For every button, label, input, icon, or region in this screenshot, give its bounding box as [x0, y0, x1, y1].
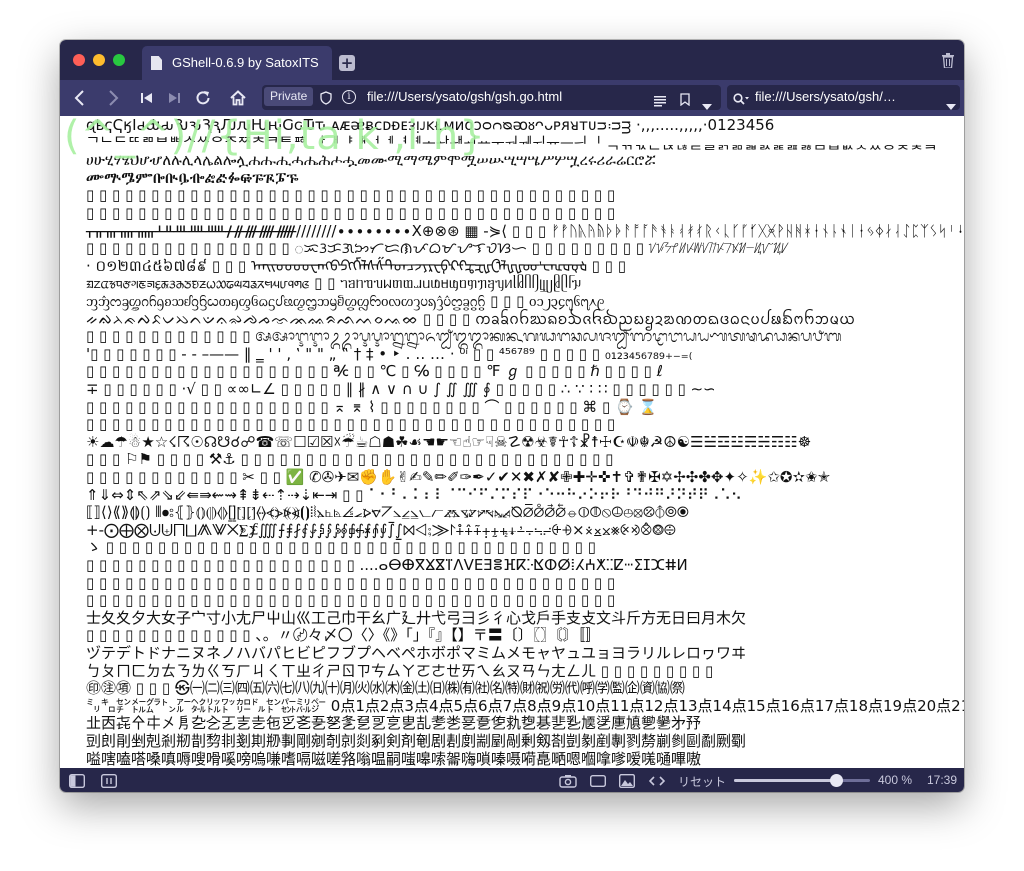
glyph-row: ㊞㊟㊠ ▯ ▯ ▯ ㉿㈠㈡㈢㈣㈤㈥㈦㈧㈨㈩㈪㈫㈬㈭㈮㈯㈰㈱㈲㈳㈴㈵㈶㈷㈸㈹㈺㈻㈼…	[86, 679, 685, 698]
search-icon	[733, 91, 749, 110]
back-icon[interactable]	[70, 88, 90, 108]
image-icon[interactable]	[618, 773, 636, 792]
skip-forward-icon[interactable]	[164, 88, 184, 108]
glyph-row: ⟦⟧⟨⟩⟪⟫⟬⟭⟮⟯ ⦀⦁⦂⦃⦄⦅⦆⦇⦈⦉⦊⦋⦌⦍⦎⦏⦐⦑⦒⦓⦔⦕⦖⦗⦘⦙⦚⦛⦜…	[86, 503, 689, 522]
glyph-row: ▯ ▯ ▯ ▯ ▯ ▯ ▯ ▯ ▯ ▯ ▯ ▯ ▯ 、。〃〄々〆〇〈〉《》「」『…	[86, 626, 601, 645]
glyph-row: ▯ ▯ ▯ ▯ ▯ ▯ ▯ ▯ ▯ ▯ ▯ ▯ ▯ ▯ ▯ ▯ ▯ ▯ ▯ ▯ …	[86, 556, 688, 574]
glyph-row: +-⨀⨁⨂⨃⨄⨅⨆⨇⨈⨉⨊⨋⨌⨍⨎⨏⨐⨑⨒⨓⨔⨕⨖⨗⨘⨙⨚⨛⨜⨝⨞⨟⨠⨡⨢⨣⨤⨥…	[86, 520, 676, 539]
window-icon[interactable]	[589, 773, 607, 792]
reload-icon[interactable]	[193, 88, 213, 108]
glyph-row: ヅテデトドナニヌネノハバパヒビピフブプヘベペホボポマミムメモャヤュユョヨラリルレ…	[86, 644, 747, 662]
tab-title: GShell-0.6.9 by SatoxITS	[172, 55, 319, 70]
glyph-row: ⇑⇓⇔⇕⇖⇗⇘⇙⇚⇛⇜⇝⇞⇟⇠⇡⇢⇣⇤⇥ ▯ ▯ ⠁⠂⠃⠄⠅⠆⠇⠈⠉⠊⠋⠌⠍⠎⠏…	[86, 485, 742, 504]
glyph-row: ▯ ▯ ▯ ▯ ▯ ▯ ▯ ▯ ▯ ▯ ▯ ▯ ▯ ▯ ▯ ▯ ▯ ▯ ▯ ⌅ …	[86, 397, 658, 416]
doc-icon	[151, 56, 162, 70]
glyph-row: ▯ ▯ ▯ ▯ ▯ ▯ ▯ ▯ ▯ ▯ ▯ ▯ ▯ ▯ ▯ ▯ ▯ ▯ ▯ ▯ …	[86, 591, 616, 610]
shield-icon[interactable]	[320, 90, 332, 109]
close-window-button[interactable]	[73, 54, 85, 66]
glyph-row: ㄅㄆㄇㄈㄉㄊㄋㄌㄍㄎㄏㄐㄑㄒㄓㄔㄕㄖㄗㄘㄙㄚㄛㄜㄝㄞㄟㄠㄡㄢㄣㄤㄥㄦ ▯ ▯ ▯…	[86, 661, 714, 680]
glyph-row: ▯ ▯ ▯ ▯ ▯ ▯ ▯ ▯ ▯ ▯ ▯ ▯ ▯ ▯ ▯ ▯ ▯ ▯ ▯ ▯ …	[86, 204, 616, 222]
search-input[interactable]: file:///Users/ysato/gsh/…	[755, 89, 939, 104]
trash-icon[interactable]	[942, 53, 954, 68]
glyph-row: ▯ ▯ ▯ ▯ ▯ ▯ ▯ ▯ ▯ ▯ ▯ ▯ ▯ ▯ ▯ ▯ ▯ ▯ ▯ ▯ …	[86, 415, 616, 434]
overlay-greeting: (^_^)//{Hi,ta k ,i h}	[64, 116, 486, 159]
zoom-window-button[interactable]	[113, 54, 125, 66]
glyph-row: ᤀᤁᤂᤃᤄᤅᤆᤇᤈᤉᤊᤋᤌᤍᤎᤏᤐᤑᤒᤓᤔᤕᤖᤗᤘᤙᤚᤛᤜ ▯ ▯ ᥐᥑᥒᥓᥔᥕ…	[86, 274, 582, 293]
glyph-row: ▯ ▯ ▯ ▯ ▯ ▯ ▯ ▯ ▯ ▯ ▯ ▯ ▯ ▯ ▯ ▯ ▯ ▯ ▯ ℀ …	[86, 362, 663, 381]
camera-icon[interactable]	[559, 773, 577, 792]
page-content: ɋҍҁҀӄӀԁԂԃԄԅԆԇԈԉԊԋԌԍԎԏ ᴀᴁᴂᴃᴄᴅᴆᴇᴈᴉᴊᴋᴌᴍᴎᴏᴐᴑ…	[60, 116, 964, 768]
title-bar: GShell-0.6.9 by SatoxITS +	[60, 40, 964, 80]
glyph-row: 㐀㐁㐂㐃㐄㐅㐆㐇㐈㐉㐊㐋㐌㐍㐎㐏㐐㐑㐒㐓㐔㐕㐖㐗㐘㐙㐚㐛㐜㐝㐞㐟㐠㐡㐢㐣㐤㐥㐦㐧…	[86, 714, 702, 733]
reader-icon[interactable]	[654, 92, 666, 111]
bookmark-icon[interactable]	[680, 91, 690, 110]
glyph-row: 剅剆剈剉剋剎剏剒剓剕剗剘剙剚剛剜剞剠剡剢剣剤剦剧剨剫剬剭剮剰剱剳剴剶剷剸剹剺剻剼…	[86, 732, 747, 750]
url-text[interactable]: file:///Users/ysato/gsh/gsh.go.html	[367, 89, 562, 104]
forward-icon[interactable]	[103, 88, 123, 108]
chevron-down-icon[interactable]	[946, 95, 956, 114]
info-icon[interactable]: i	[342, 90, 356, 104]
glyph-row: ᎀᎁᎂᎃᎄᎅᎆᎇᎈᎉᎊᎋᎌᎍᎎᎏ	[86, 168, 299, 187]
glyph-row: ㍉㌔㌢㍍㌘㌧㌃㌶㍑㍗㌍㌦㌣㌫㍊㌻ 0点1点2点3点4点5点6点7点8点9点10点…	[86, 696, 964, 715]
browser-window: GShell-0.6.9 by SatoxITS + Private i fil…	[60, 40, 964, 792]
tab-active[interactable]: GShell-0.6.9 by SatoxITS	[142, 46, 332, 80]
home-icon[interactable]	[228, 88, 248, 108]
glyph-row: ☀☁☂☃★☆☇☈☉☊☋☌☍☎☏☐☑☒☓☔☕☖☗☘☙☚☛☜☝☞☟☠☡☢☣☤☥☦☧☨…	[86, 432, 812, 451]
sidebar-icon[interactable]	[68, 773, 86, 792]
tabs-icon[interactable]	[100, 773, 118, 792]
code-icon[interactable]	[648, 773, 666, 792]
glyph-row: ∓ ▯ ▯ ▯ ▯ ▯ ▯ ·√ ▯ ▯ ∝∞∟∠ ▯ ▯ ▯ ▯ ▯ ∥ ∦ …	[86, 380, 716, 398]
glyph-row: · ០១២៣៤៥៦៧៨៩ ▯ ▯ ▯ ᠠᠡᠢᠣᠤᠥᠦᠧᠨᠩᠪᠫᠬᠭᠮᠯᠰᠱᠲᠳᠴ…	[86, 256, 626, 275]
left-margin	[60, 116, 86, 768]
glyph-row: ▯ ▯ ▯ ⚐⚑ ▯ ▯ ▯ ▯ ⚒⚓ ▯ ▯ ▯ ▯ ▯ ▯ ▯ ▯ ▯ ▯ …	[86, 450, 614, 469]
glyph-row: 嗌嗐嗑嗒嗓嗔嗕嗖嗗嗘嗙嗚嗛嗜嗝嗞嗟嗠嗡嗢嗣嗤嗥嗦嗧嗨嗩嗪嗫嗬嗭嗮嗯嗰嗱嗲嗳嗴嗵嗶…	[86, 749, 702, 768]
glyph-row: ▯ ▯ ▯ ▯ ▯ ▯ ▯ ▯ ▯ ▯ ▯ ▯ ▯ ᬅᬆᬇᬈᬉᬊᬋᬌᬍᬎᬏᬐᬑᬒ…	[86, 327, 842, 346]
glyph-row: ᚁᚂᚃᚄᚅᚆᚇᚈᚉᚊᚋᚌᚍᚎᚏ////////∙∙∙∙∙∙∙∙X⊕⊗⊛ ▦ -⋟…	[86, 221, 964, 240]
glyph-row: ▯ ▯ ▯ ▯ ▯ ▯ ▯ ▯ ▯ ▯ ▯ ▯ ▯ ▯ ▯ ▯ ᜀᜁᜂᜃᜄᜅᜆᜇ…	[86, 239, 789, 258]
glyph-row: ᨀᨁᨂᨃᨄᨅᨆᨇᨈᨉᨊᨋᨌᨍᨎᨏᨐᨑᨒᨓᨔᨕᨖ ▯ ▯ ▯ ▯ ᨠᨡᨢᨣᨤᨥᨦᨧ…	[86, 309, 856, 328]
glyph-row: '▯ ▯ ▯ ▯ ▯ ▯ ▯ - - –—— ‖ ‗ ' ' ‚ ‛ " " „…	[86, 344, 693, 363]
zoom-slider-handle[interactable]	[830, 774, 843, 787]
glyph-row: 士夂夊夕大女子宀寸小尢尸屮山巛工己巾干幺广廴廾弋弓彐彡彳心戈戶手支攴文斗斤方无日…	[86, 608, 747, 627]
glyph-row: ᦀᦁᦂᦃᦄᦅᦆᦇᦈᦉᦊᦋᦌᦍᦎᦏᦐᦑᦒᦓᦔᦕᦖᦗᦘᦙᦚᦛᦜᦝᦞᦟᦠᦡᦢᦣᦤᦥᦦᦧ…	[86, 292, 605, 310]
new-tab-button[interactable]: +	[339, 55, 355, 71]
zoom-level: 400 %	[878, 773, 913, 787]
search-bar[interactable]: file:///Users/ysato/gsh/…	[727, 85, 960, 110]
clock: 17:39	[927, 773, 958, 787]
glyph-row: ▯ ▯ ▯ ▯ ▯ ▯ ▯ ▯ ▯ ▯ ▯ ▯ ✂ ▯ ▯ ✅ ✆✇✈✉✊✋✌✍…	[86, 468, 831, 486]
zoom-slider-fill	[734, 779, 836, 782]
navigation-toolbar: Private i file:///Users/ysato/gsh/gsh.go…	[60, 80, 964, 116]
glyph-row: ゝ ▯ ▯ ▯ ▯ ▯ ▯ ▯ ▯ ▯ ▯ ▯ ▯ ▯ ▯ ▯ ▯ ▯ ▯ ▯ …	[86, 538, 596, 557]
status-bar: リセット 400 % 17:39	[60, 768, 964, 792]
glyph-row: ▯ ▯ ▯ ▯ ▯ ▯ ▯ ▯ ▯ ▯ ▯ ▯ ▯ ▯ ▯ ▯ ▯ ▯ ▯ ▯ …	[86, 186, 616, 205]
reset-zoom-button[interactable]: リセット	[678, 773, 726, 790]
skip-back-icon[interactable]	[137, 88, 157, 108]
glyph-row: ▯ ▯ ▯ ▯ ▯ ▯ ▯ ▯ ▯ ▯ ▯ ▯ ▯ ▯ ▯ ▯ ▯ ▯ ▯ ▯ …	[86, 573, 616, 592]
minimize-window-button[interactable]	[93, 54, 105, 66]
address-bar[interactable]: Private i file:///Users/ysato/gsh/gsh.go…	[262, 85, 721, 110]
chevron-down-icon[interactable]	[702, 95, 712, 114]
zoom-slider[interactable]	[734, 774, 870, 787]
private-badge: Private	[264, 87, 314, 106]
